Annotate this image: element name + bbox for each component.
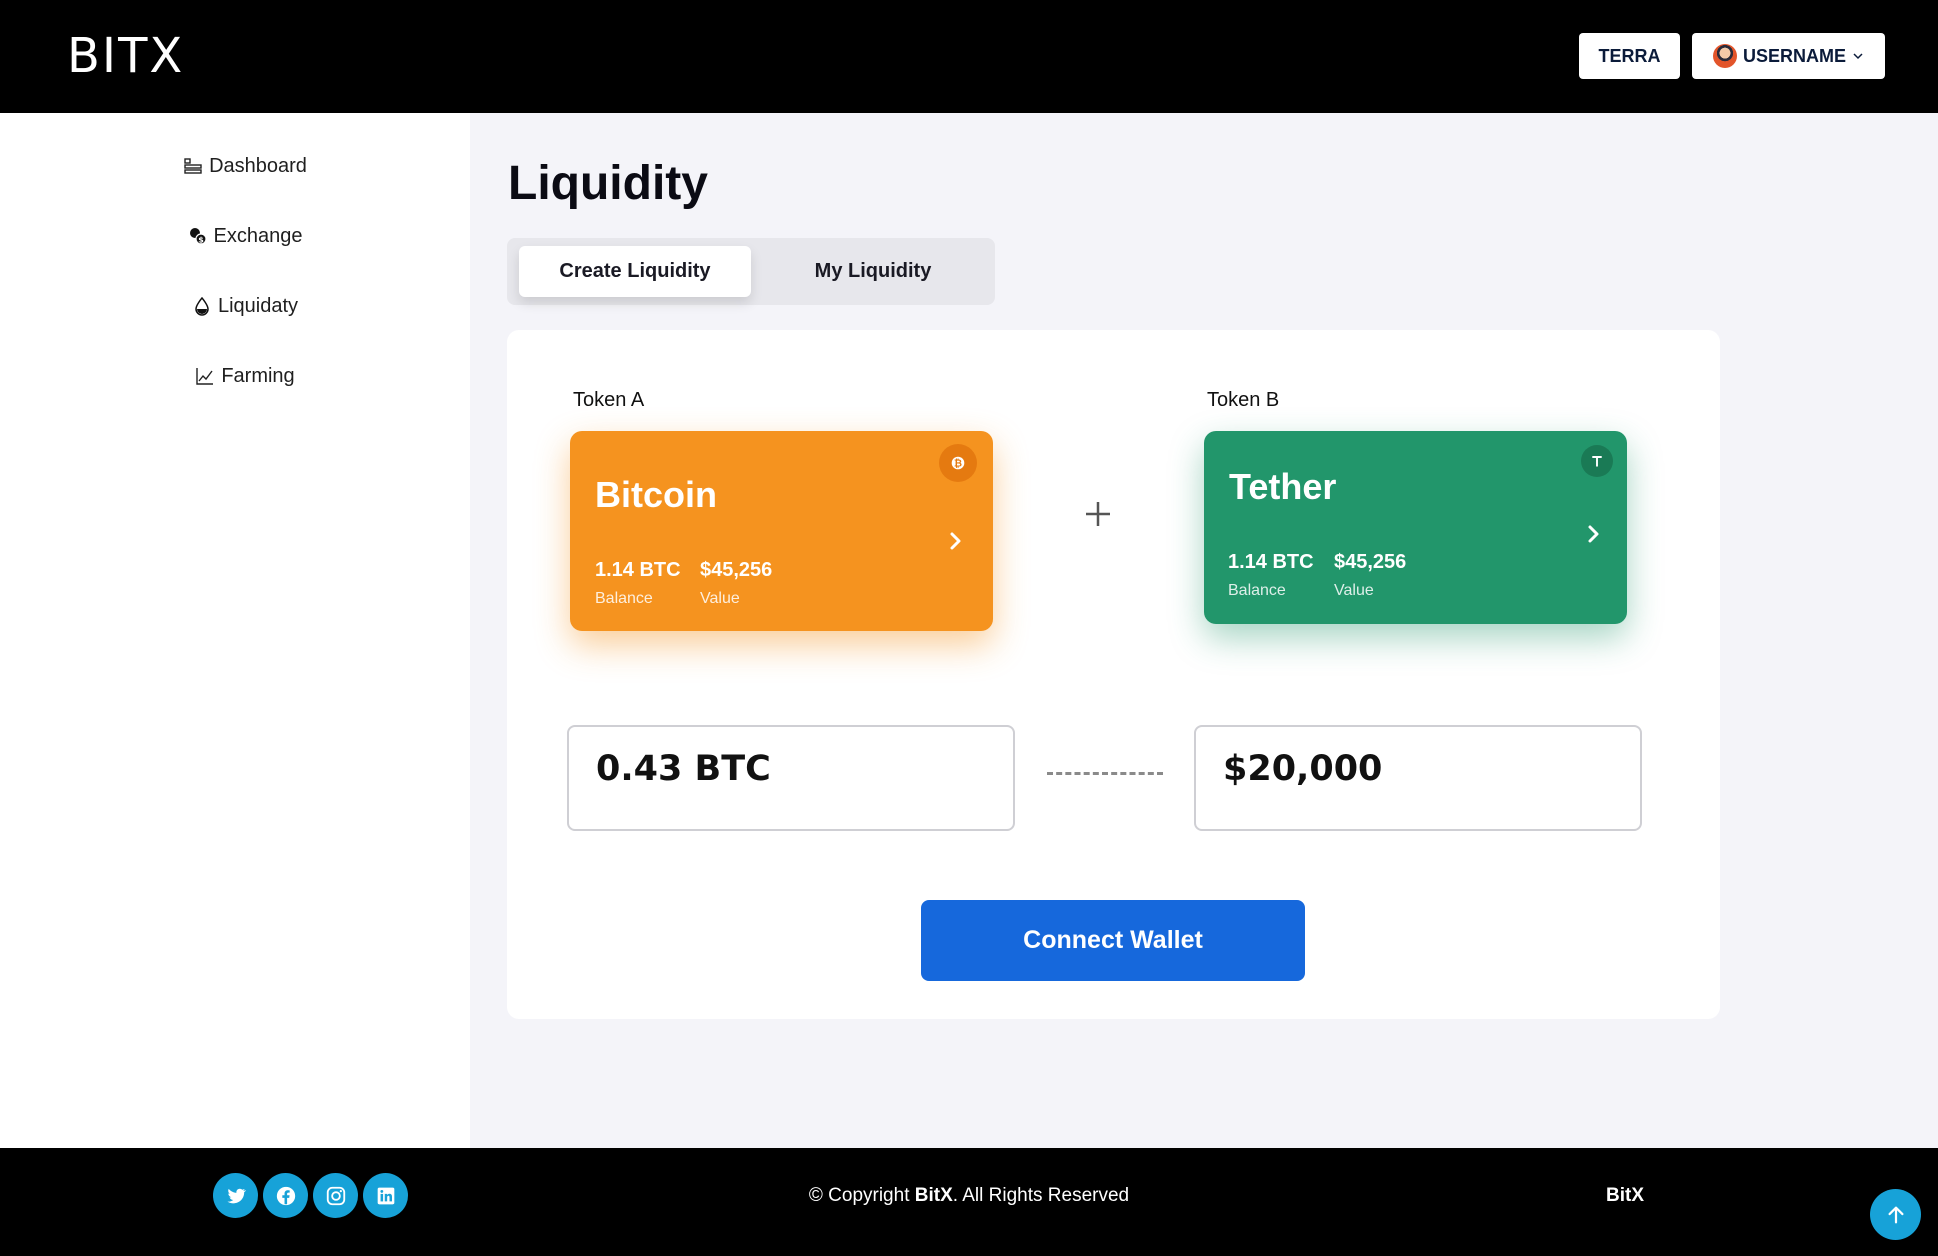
token-b-balance: 1.14 BTC xyxy=(1228,551,1314,573)
token-a-card[interactable]: Bitcoin ₿ 1.14 BTC Balance $45,256 Value xyxy=(570,431,993,631)
sidebar-item-liquidity[interactable]: Liquidaty xyxy=(0,286,490,326)
token-b-amount-input[interactable]: $20,000 xyxy=(1194,725,1642,831)
sidebar-item-farming[interactable]: Farming xyxy=(0,356,490,396)
svg-text:₿: ₿ xyxy=(954,459,962,470)
token-b-balance-label: Balance xyxy=(1228,582,1286,599)
token-a-balance-label: Balance xyxy=(595,590,653,607)
user-menu-button[interactable]: USERNAME xyxy=(1692,33,1885,79)
chart-line-icon xyxy=(196,368,214,385)
footer-brand[interactable]: BitX xyxy=(1606,1185,1644,1207)
token-b-card[interactable]: Tether 1.14 BTC Balance $45,256 Value xyxy=(1204,431,1627,624)
network-button[interactable]: TERRA xyxy=(1579,33,1680,79)
arrow-up-icon xyxy=(1887,1206,1904,1223)
copyright-suffix: . All Rights Reserved xyxy=(952,1185,1130,1206)
amount-divider xyxy=(1047,772,1163,775)
sidebar xyxy=(0,113,470,1148)
tab-my-liquidity[interactable]: My Liquidity xyxy=(757,246,989,297)
token-b-value: $45,256 xyxy=(1334,551,1407,573)
sidebar-item-label: Farming xyxy=(221,364,295,387)
token-a-balance: 1.14 BTC xyxy=(595,559,681,581)
copyright-text: © Copyright BitX. All Rights Reserved xyxy=(0,1185,1938,1207)
sidebar-item-label: Dashboard xyxy=(209,154,307,177)
sidebar-item-label: Liquidaty xyxy=(217,294,299,317)
page-title: Liquidity xyxy=(508,157,708,210)
exchange-icon: $ xyxy=(189,228,207,245)
token-a-amount-input[interactable]: 0.43 BTC xyxy=(567,725,1015,831)
sidebar-item-dashboard[interactable]: Dashboard xyxy=(0,146,490,186)
sidebar-item-label: Exchange xyxy=(213,224,303,247)
chevron-down-icon xyxy=(1853,53,1863,60)
scroll-to-top-button[interactable] xyxy=(1870,1189,1921,1240)
svg-text:$: $ xyxy=(198,236,204,245)
top-header: BITX TERRA USERNAME xyxy=(0,0,1938,113)
app-logo[interactable]: BITX xyxy=(67,28,184,84)
connect-wallet-button[interactable]: Connect Wallet xyxy=(921,900,1305,981)
sidebar-item-exchange[interactable]: $ Exchange xyxy=(0,216,490,256)
token-b-value-label: Value xyxy=(1334,582,1374,599)
token-a-name: Bitcoin xyxy=(595,474,717,515)
copyright-brand: BitX xyxy=(914,1185,953,1206)
dashboard-icon xyxy=(184,158,202,174)
token-a-value-label: Value xyxy=(700,590,740,607)
chevron-right-icon xyxy=(950,532,961,550)
plus-icon xyxy=(1086,502,1110,526)
chevron-right-icon xyxy=(1588,525,1599,543)
token-a-label: Token A xyxy=(573,389,645,411)
copyright-prefix: © Copyright xyxy=(808,1185,915,1206)
token-b-name: Tether xyxy=(1229,466,1337,507)
token-a-value: $45,256 xyxy=(700,559,773,581)
bitcoin-icon: ₿ xyxy=(939,444,977,482)
droplet-icon xyxy=(195,296,209,316)
tether-icon xyxy=(1581,445,1613,477)
username-label: USERNAME xyxy=(1742,45,1846,66)
liquidity-tabs: Create Liquidity My Liquidity xyxy=(507,238,995,305)
avatar xyxy=(1712,44,1737,68)
tab-create-liquidity[interactable]: Create Liquidity xyxy=(519,246,751,297)
token-b-label: Token B xyxy=(1207,389,1280,411)
